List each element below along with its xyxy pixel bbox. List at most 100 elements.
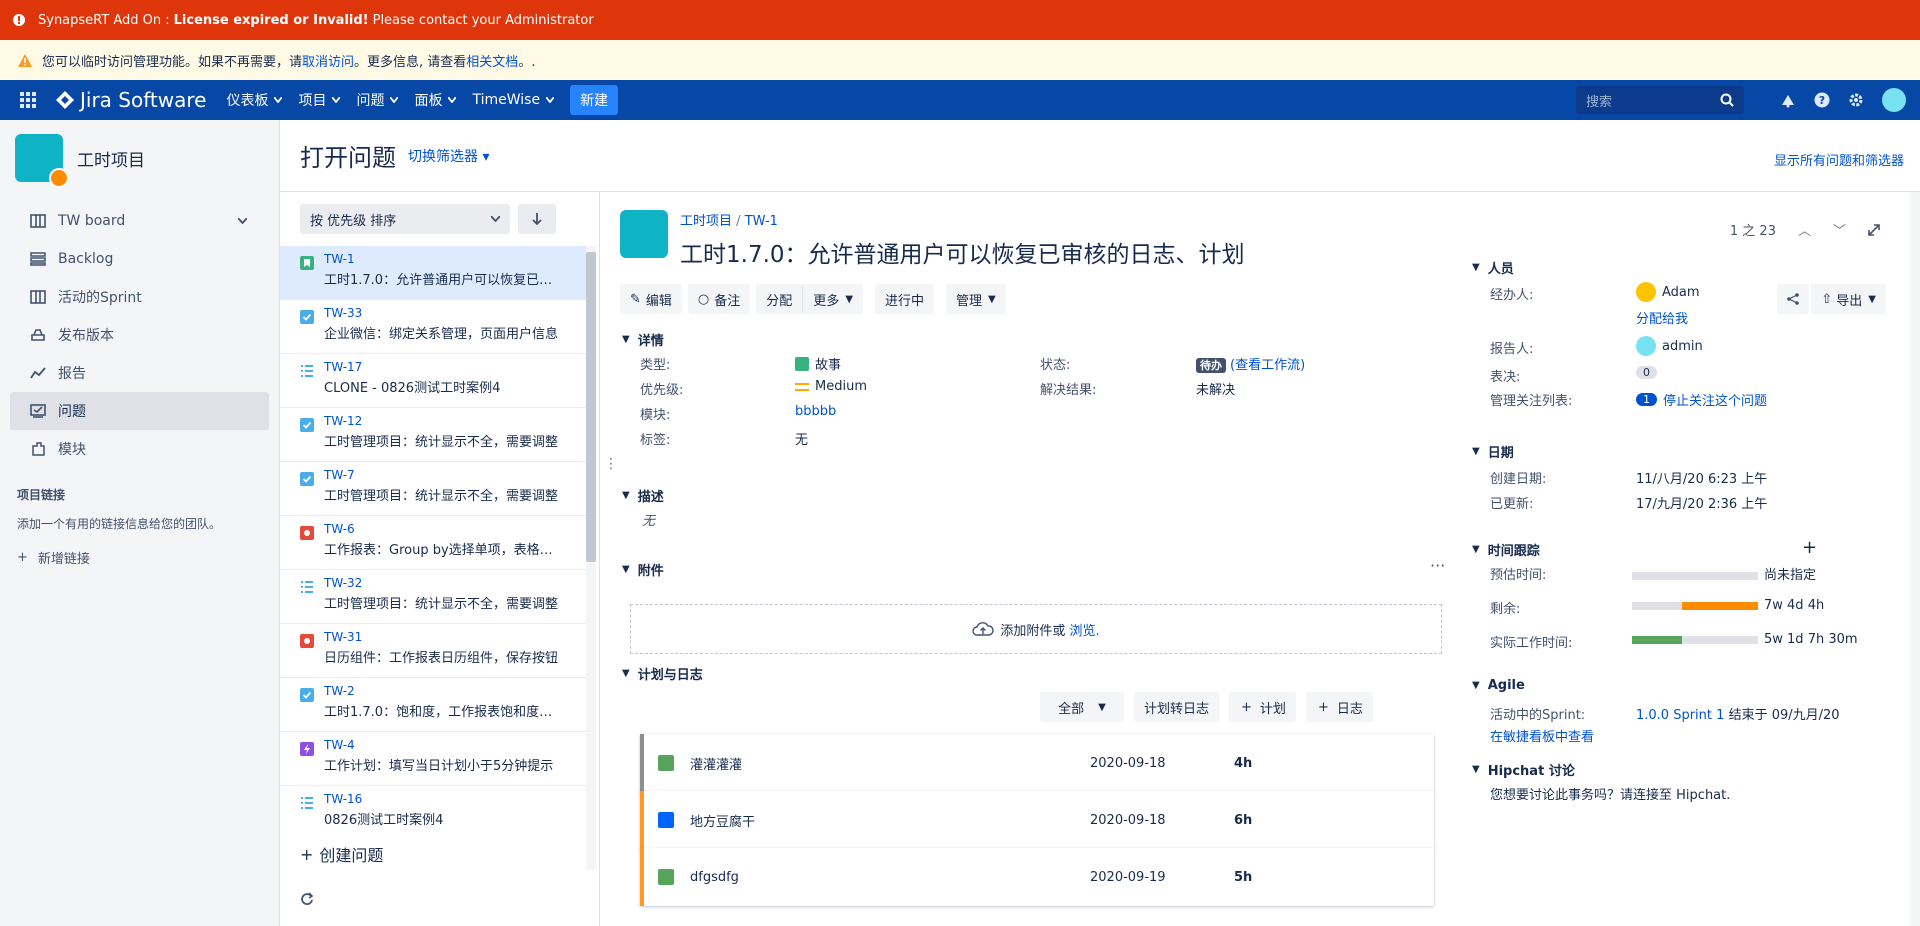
scrollbar-thumb[interactable] (586, 252, 596, 562)
issue-list-item[interactable]: TW-32 工时管理项目：统计显示不全，需要调整 (280, 570, 587, 624)
issue-list-item[interactable]: TW-4 工作计划：填写当日计划小于5分钟提示 (280, 732, 587, 786)
add-plan-button[interactable]: + 计划 (1229, 692, 1296, 722)
dates-section-heading[interactable]: ▼ 日期 (1472, 442, 1514, 461)
admin-dropdown[interactable]: 管理 ▼ (946, 284, 1006, 314)
sidebar-item-components[interactable]: 模块 (10, 430, 269, 468)
people-section-heading[interactable]: ▼ 人员 (1472, 258, 1514, 277)
expand-icon[interactable] (1868, 223, 1880, 236)
add-link-button[interactable]: + 新增链接 (17, 548, 279, 567)
refresh-icon[interactable] (300, 892, 314, 906)
comment-button[interactable]: ○ 备注 (687, 284, 751, 314)
user-avatar[interactable] (1882, 88, 1906, 112)
priority-label: 优先级: (640, 383, 684, 398)
more-options-icon[interactable]: ··· (1430, 556, 1445, 575)
issue-list-item[interactable]: TW-16 0826测试工时案例4 (280, 786, 587, 836)
component-link[interactable]: bbbbb (795, 404, 836, 419)
sidebar-item-reports[interactable]: 报告 (10, 354, 269, 392)
menu-projects[interactable]: 项目 (298, 90, 341, 110)
assignee-value[interactable]: Adam (1636, 282, 1700, 302)
assign-button[interactable]: 分配 (756, 284, 803, 314)
watchers-value: 1 停止关注这个问题 (1636, 390, 1767, 409)
agile-section-heading[interactable]: ▼ Agile (1472, 678, 1525, 693)
switch-filter-dropdown[interactable]: 切换筛选器 ▾ (408, 146, 489, 166)
in-progress-button[interactable]: 进行中 (875, 284, 935, 314)
assign-to-me-link[interactable]: 分配给我 (1636, 308, 1688, 327)
sidebar-item-board[interactable]: TW board (10, 202, 269, 240)
attachment-dropzone[interactable]: 添加附件或 浏览. (630, 604, 1442, 654)
issue-list-item-text: TW-16 0826测试工时案例4 (324, 792, 559, 836)
search-input[interactable]: 搜索 (1576, 86, 1744, 114)
plan-to-log-button[interactable]: 计划转日志 (1134, 692, 1220, 722)
hipchat-section-heading[interactable]: ▼ Hipchat 讨论 (1472, 760, 1575, 779)
breadcrumb-project[interactable]: 工时项目 (680, 214, 732, 229)
browse-link[interactable]: 浏览. (1069, 620, 1099, 639)
watchers-count[interactable]: 1 (1636, 393, 1657, 406)
sort-direction-button[interactable] (518, 204, 556, 234)
sidebar-item-issues[interactable]: 问题 (10, 392, 269, 430)
sort-select[interactable]: 按 优先级 排序 (300, 204, 510, 234)
assignee-avatar (1636, 282, 1656, 302)
sprint-value: 1.0.0 Sprint 1 结束于 09/九月/20 (1636, 704, 1840, 723)
stop-watching-link[interactable]: 停止关注这个问题 (1663, 390, 1767, 409)
sprint-link[interactable]: 1.0.0 Sprint 1 (1636, 708, 1724, 723)
help-icon[interactable]: ? (1814, 92, 1830, 108)
story-icon (795, 356, 809, 371)
plan-log-item[interactable]: dfgsdfg 2020-09-19 5h (640, 848, 1434, 906)
issue-list-scrollbar[interactable] (586, 246, 596, 870)
project-header[interactable]: 工时项目 (0, 120, 279, 188)
sidebar-item-active-sprint[interactable]: 活动的Sprint (10, 278, 269, 316)
breadcrumb-issue-key[interactable]: TW-1 (745, 214, 778, 229)
issue-list-item[interactable]: TW-33 企业微信：绑定关系管理，页面用户信息 (280, 300, 587, 354)
issue-key: TW-1 (324, 252, 355, 266)
export-dropdown[interactable]: ⇧ 导出 ▼ (1811, 284, 1886, 314)
menu-issues[interactable]: 问题 (356, 90, 399, 110)
menu-timewise[interactable]: TimeWise (472, 92, 555, 108)
docs-link[interactable]: 相关文档 (466, 51, 518, 70)
add-log-button[interactable]: + 日志 (1305, 692, 1373, 722)
issue-list-item[interactable]: TW-7 工时管理项目：统计显示不全，需要调整 (280, 462, 587, 516)
jira-logo[interactable]: Jira Software (56, 88, 206, 112)
reporter-value[interactable]: admin (1636, 336, 1703, 356)
sidebar-item-backlog[interactable]: Backlog (10, 240, 269, 278)
plan-log-item[interactable]: 灌灌灌灌 2020-09-18 4h (640, 734, 1434, 792)
chevron-down-icon: ▼ (1098, 701, 1106, 713)
report-icon (30, 366, 58, 380)
issue-list-item[interactable]: TW-1 工时1.7.0：允许普通用户可以恢复已审核的日志、计划 (280, 246, 587, 300)
create-issue-button[interactable]: + 创建问题 (300, 842, 389, 866)
issue-list-item[interactable]: TW-12 工时管理项目：统计显示不全，需要调整 (280, 408, 587, 462)
add-time-plus-icon[interactable]: + (1802, 537, 1817, 558)
description-value[interactable]: 无 (642, 510, 655, 529)
time-tracking-section-heading[interactable]: ▼ 时间跟踪 (1472, 540, 1540, 559)
filter-all-dropdown[interactable]: 全部 ▼ (1040, 692, 1124, 722)
detail-scrollbar[interactable] (1910, 192, 1920, 926)
cancel-access-link[interactable]: 取消访问 (302, 51, 354, 70)
details-section-heading[interactable]: ▼ 详情 (622, 330, 664, 349)
splitter-handle-icon[interactable]: ⋮ (604, 456, 618, 472)
edit-button[interactable]: ✎ 编辑 (620, 284, 682, 314)
issue-list-item[interactable]: TW-2 工时1.7.0：饱和度，工作报表饱和度统计 (280, 678, 587, 732)
settings-gear-icon[interactable] (1848, 92, 1864, 108)
description-section-heading[interactable]: ▼ 描述 (622, 486, 664, 505)
more-dropdown[interactable]: 更多 ▼ (802, 284, 864, 314)
share-button[interactable] (1777, 284, 1810, 314)
create-button[interactable]: 新建 (570, 85, 619, 115)
app-switcher-icon[interactable] (0, 92, 56, 108)
issue-list-item[interactable]: TW-6 工作报表：Group by选择单项，表格显示 (280, 516, 587, 570)
chevron-down-icon[interactable]: ﹀ (1833, 220, 1846, 239)
menu-boards[interactable]: 面板 (414, 90, 457, 110)
plan-log-item[interactable]: 地方豆腐干 2020-09-18 6h (640, 791, 1434, 849)
issue-list-item[interactable]: TW-17 CLONE - 0826测试工时案例4 (280, 354, 587, 408)
sidebar-item-releases[interactable]: 发布版本 (10, 316, 269, 354)
notifications-icon[interactable] (1780, 92, 1796, 108)
view-on-board-link[interactable]: 在敏捷看板中查看 (1490, 726, 1594, 745)
votes-count[interactable]: 0 (1636, 366, 1657, 379)
hipchat-link[interactable]: Hipchat. (1676, 788, 1730, 803)
chevron-up-icon[interactable]: ︿ (1798, 220, 1811, 239)
view-workflow-link[interactable]: (查看工作流) (1230, 358, 1305, 373)
attachments-section-heading[interactable]: ▼ 附件 (622, 560, 664, 579)
show-all-issues-link[interactable]: 显示所有问题和筛选器 (1774, 150, 1904, 169)
menu-dashboards[interactable]: 仪表板 (226, 90, 283, 110)
issue-list-item[interactable]: TW-31 日历组件：工作报表日历组件，保存按钮 (280, 624, 587, 678)
remaining-label: 剩余: (1490, 602, 1521, 617)
plan-log-section-heading[interactable]: ▼ 计划与日志 (622, 664, 703, 683)
